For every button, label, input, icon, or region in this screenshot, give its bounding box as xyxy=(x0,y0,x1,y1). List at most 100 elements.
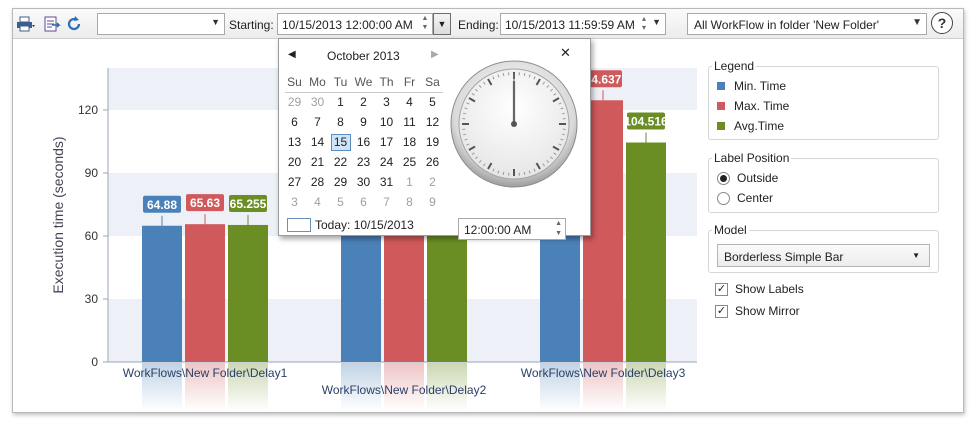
clock-tick xyxy=(502,171,505,175)
printer-icon[interactable] xyxy=(15,13,37,35)
clock-tick xyxy=(502,73,505,77)
calendar-day[interactable]: 4 xyxy=(398,92,421,112)
calendar-day[interactable]: 7 xyxy=(306,112,329,132)
calendar-day[interactable]: 23 xyxy=(352,152,375,172)
data-label: 64.88 xyxy=(147,198,177,212)
calendar-day[interactable]: 26 xyxy=(421,152,444,172)
calendar-day[interactable]: 28 xyxy=(306,172,329,192)
weekday-header: We xyxy=(354,75,373,89)
radio-button[interactable] xyxy=(717,171,730,185)
bar xyxy=(341,236,381,362)
calendar-day[interactable]: 2 xyxy=(421,172,444,192)
ending-date-value: 10/15/2013 11:59:59 AM xyxy=(505,18,635,32)
calendar-day[interactable]: 2 xyxy=(352,92,375,112)
model-select[interactable]: Borderless Simple Bar ▼ xyxy=(717,244,930,267)
checkbox-label: Show Mirror xyxy=(735,304,800,318)
radio-label: Outside xyxy=(737,171,779,185)
show-mirror-checkbox[interactable]: ✓ Show Mirror xyxy=(715,304,800,318)
workflow-filter-combo[interactable]: All WorkFlow in folder 'New Folder' ▼ xyxy=(687,13,927,35)
calendar-day[interactable]: 4 xyxy=(306,192,329,212)
calendar-day[interactable]: 15 xyxy=(329,132,352,152)
checkbox[interactable]: ✓ xyxy=(715,282,728,296)
chevron-down-icon[interactable]: ▼ xyxy=(652,17,661,27)
radio-outside[interactable]: Outside xyxy=(717,170,778,186)
bar xyxy=(228,224,268,362)
calendar-day[interactable]: 8 xyxy=(329,112,352,132)
calendar-day[interactable]: 1 xyxy=(398,172,421,192)
checkbox[interactable]: ✓ xyxy=(715,304,728,318)
calendar-day[interactable]: 31 xyxy=(375,172,398,192)
starting-date-field[interactable]: 10/15/2013 12:00:00 AM ▲ ▼ xyxy=(277,13,433,35)
next-month-icon[interactable]: ▶ xyxy=(431,49,439,60)
calendar-day[interactable]: 12 xyxy=(421,112,444,132)
calendar-grid: Su Mo Tu We Th Fr Sa 29 30 1 2 3 4 5 6 7 8 9 10 11 12 13 14 15… xyxy=(283,72,444,212)
spinner-icon[interactable]: ▲ ▼ xyxy=(420,14,430,34)
ending-date-field[interactable]: 10/15/2013 11:59:59 AM ▴ ▾ ▼ xyxy=(500,13,666,35)
calendar-day[interactable]: 3 xyxy=(283,192,306,212)
legend-label: Max. Time xyxy=(734,99,790,113)
calendar-day[interactable]: 9 xyxy=(352,112,375,132)
label-position-group: Label Position Outside Center xyxy=(708,151,939,213)
category-label: WorkFlows\New Folder\Delay1 xyxy=(123,366,288,380)
data-label: 65.63 xyxy=(190,196,220,210)
calendar-divider xyxy=(285,92,443,93)
legend-item-max: Max. Time xyxy=(717,98,789,114)
calendar-day[interactable]: 10 xyxy=(375,112,398,132)
calendar-day[interactable]: 14 xyxy=(306,132,329,152)
bar xyxy=(427,236,467,362)
today-label: Today: 10/15/2013 xyxy=(315,218,414,232)
weekday-header: Fr xyxy=(403,75,416,89)
clock-tick xyxy=(523,171,526,175)
calendar-day[interactable]: 30 xyxy=(352,172,375,192)
calendar-day[interactable]: 5 xyxy=(421,92,444,112)
calendar-day[interactable]: 16 xyxy=(352,132,375,152)
export-icon[interactable] xyxy=(41,13,63,35)
y-tick-label: 0 xyxy=(91,355,98,369)
calendar-day[interactable]: 27 xyxy=(283,172,306,192)
y-axis-label: Execution time (seconds) xyxy=(50,136,66,293)
calendar-day[interactable]: 1 xyxy=(329,92,352,112)
calendar-day[interactable]: 20 xyxy=(283,152,306,172)
calendar-day[interactable]: 6 xyxy=(283,112,306,132)
starting-dropdown-button[interactable]: ▼ xyxy=(433,13,451,35)
calendar-month[interactable]: October 2013 xyxy=(327,49,400,63)
calendar-day[interactable]: 29 xyxy=(283,92,306,112)
calendar-day[interactable]: 18 xyxy=(398,132,421,152)
calendar-day[interactable]: 3 xyxy=(375,92,398,112)
legend-item-min: Min. Time xyxy=(717,78,786,94)
calendar-day[interactable]: 13 xyxy=(283,132,306,152)
bar xyxy=(384,236,424,362)
y-tick-label: 90 xyxy=(85,166,99,180)
refresh-icon[interactable] xyxy=(63,13,85,35)
filter-combo[interactable]: ▼ xyxy=(97,13,225,35)
calendar-day[interactable]: 24 xyxy=(375,152,398,172)
calendar-day[interactable]: 5 xyxy=(329,192,352,212)
calendar-day[interactable]: 30 xyxy=(306,92,329,112)
today-link[interactable]: Today: 10/15/2013 xyxy=(287,218,414,232)
calendar-day[interactable]: 19 xyxy=(421,132,444,152)
label-position-title: Label Position xyxy=(712,151,792,165)
calendar-day[interactable]: 6 xyxy=(352,192,375,212)
help-icon[interactable]: ? xyxy=(931,12,953,34)
radio-button[interactable] xyxy=(717,191,730,205)
checkbox-label: Show Labels xyxy=(735,282,804,296)
calendar-day[interactable]: 8 xyxy=(398,192,421,212)
calendar-day[interactable]: 22 xyxy=(329,152,352,172)
selected-day[interactable]: 15 xyxy=(330,133,351,151)
clock-tick xyxy=(561,133,565,136)
radio-center[interactable]: Center xyxy=(717,190,773,206)
prev-month-icon[interactable]: ◀ xyxy=(288,49,296,60)
calendar-day[interactable]: 9 xyxy=(421,192,444,212)
spinner-icon[interactable]: ▲ ▼ xyxy=(555,219,562,239)
time-input[interactable]: 12:00:00 AM ▲ ▼ xyxy=(458,218,566,240)
clock-tick xyxy=(463,112,467,115)
calendar-day[interactable]: 11 xyxy=(398,112,421,132)
calendar-day[interactable]: 21 xyxy=(306,152,329,172)
spinner-icon[interactable]: ▴ ▾ xyxy=(639,14,649,34)
calendar-day[interactable]: 17 xyxy=(375,132,398,152)
calendar-day[interactable]: 29 xyxy=(329,172,352,192)
legend-swatch xyxy=(717,82,725,90)
calendar-day[interactable]: 25 xyxy=(398,152,421,172)
calendar-day[interactable]: 7 xyxy=(375,192,398,212)
show-labels-checkbox[interactable]: ✓ Show Labels xyxy=(715,282,804,296)
